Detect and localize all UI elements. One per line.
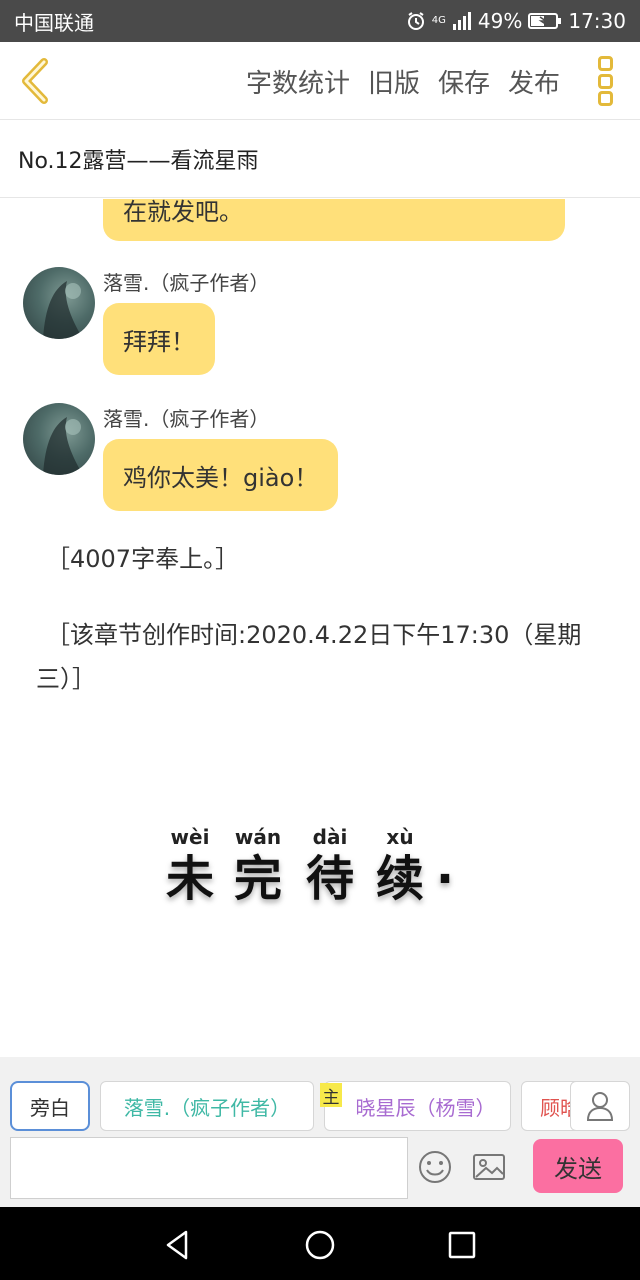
recents-square-icon[interactable] xyxy=(444,1227,480,1263)
avatar[interactable] xyxy=(23,267,95,339)
image-icon xyxy=(473,1154,505,1180)
signal-icon xyxy=(452,12,472,30)
network-type: 4G xyxy=(431,15,446,26)
message-bubble[interactable]: 在就发吧。 xyxy=(103,199,565,241)
main-role-badge: 主 xyxy=(320,1083,342,1108)
alarm-icon xyxy=(406,11,426,31)
status-bar: 中国联通 4G 49% 17:30 xyxy=(0,0,640,42)
message-bubble[interactable]: 拜拜！ xyxy=(103,303,215,375)
battery-percent: 49% xyxy=(477,9,523,33)
hanzi: 完 xyxy=(233,851,282,907)
message-text: 鸡你太美！giào！ xyxy=(123,463,319,492)
save-button[interactable]: 保存 xyxy=(438,63,490,100)
input-bar: 发送 xyxy=(0,1135,640,1207)
chevron-left-icon xyxy=(22,58,48,104)
emoji-button[interactable] xyxy=(418,1150,452,1184)
message-text: 在就发吧。 xyxy=(123,199,243,226)
pinyin: wèi xyxy=(170,825,210,849)
person-icon xyxy=(586,1092,614,1121)
home-circle-icon[interactable] xyxy=(302,1227,338,1263)
status-icons: 4G 49% 17:30 xyxy=(406,9,626,33)
role-selector-bar: 旁白 落雪.（疯子作者） 晓星辰（杨雪） 主 顾晗 xyxy=(0,1057,640,1135)
narration-creation-time[interactable]: ［该章节创作时间:2020.4.22日下午17:30（星期三）］ xyxy=(36,613,596,701)
chapter-title-bar: No.12露营——看流星雨 xyxy=(0,120,640,198)
battery-icon xyxy=(528,12,562,30)
dot: · xyxy=(435,851,455,907)
app-header: 字数统计 旧版 保存 发布 xyxy=(0,42,640,120)
system-nav-bar xyxy=(0,1207,640,1280)
pinyin: xù xyxy=(386,825,414,849)
pinyin: wán xyxy=(234,825,282,849)
smiley-icon xyxy=(419,1151,451,1183)
chapter-title[interactable]: No.12露营——看流星雨 xyxy=(18,143,259,175)
role-label: 旁白 xyxy=(30,1095,70,1120)
role-chip-xiaoxingchen[interactable]: 晓星辰（杨雪） xyxy=(324,1081,511,1131)
word-count-button[interactable]: 字数统计 xyxy=(246,63,350,100)
author-name: 落雪.（疯子作者） xyxy=(103,271,270,295)
send-button[interactable]: 发送 xyxy=(533,1139,623,1193)
hanzi: 续 xyxy=(375,851,424,907)
role-label: 落雪.（疯子作者） xyxy=(123,1095,291,1120)
person-button[interactable] xyxy=(570,1081,630,1131)
hanzi: 待 xyxy=(305,851,354,907)
image-button[interactable] xyxy=(472,1150,506,1184)
role-chip-author[interactable]: 落雪.（疯子作者） xyxy=(100,1081,314,1131)
clock: 17:30 xyxy=(568,9,626,33)
message-bubble[interactable]: 鸡你太美！giào！ xyxy=(103,439,339,511)
hanzi: 未 xyxy=(165,851,214,907)
author-name: 落雪.（疯子作者） xyxy=(103,407,270,431)
pinyin: dài xyxy=(312,825,348,849)
back-button[interactable] xyxy=(14,56,62,106)
carrier-name: 中国联通 xyxy=(14,10,94,35)
header-actions: 字数统计 旧版 保存 发布 xyxy=(246,42,560,120)
message-text: 拜拜！ xyxy=(123,327,195,356)
old-version-button[interactable]: 旧版 xyxy=(368,63,420,100)
avatar[interactable] xyxy=(23,403,95,475)
chat-content[interactable]: 在就发吧。 落雪.（疯子作者） 拜拜！ 落雪.（疯子作者） 鸡你太美！giào！… xyxy=(0,199,640,1057)
back-triangle-icon[interactable] xyxy=(160,1227,196,1263)
role-label: 晓星辰（杨雪） xyxy=(355,1095,496,1120)
role-chip-narrator[interactable]: 旁白 xyxy=(10,1081,90,1131)
to-be-continued-image: wèi 未 wán 完 dài 待 xù 续 · xyxy=(160,824,480,924)
narration-word-count[interactable]: ［4007字奉上。］ xyxy=(36,537,596,581)
more-vertical-icon[interactable] xyxy=(598,56,618,106)
publish-button[interactable]: 发布 xyxy=(508,63,560,100)
message-input[interactable] xyxy=(10,1137,408,1199)
